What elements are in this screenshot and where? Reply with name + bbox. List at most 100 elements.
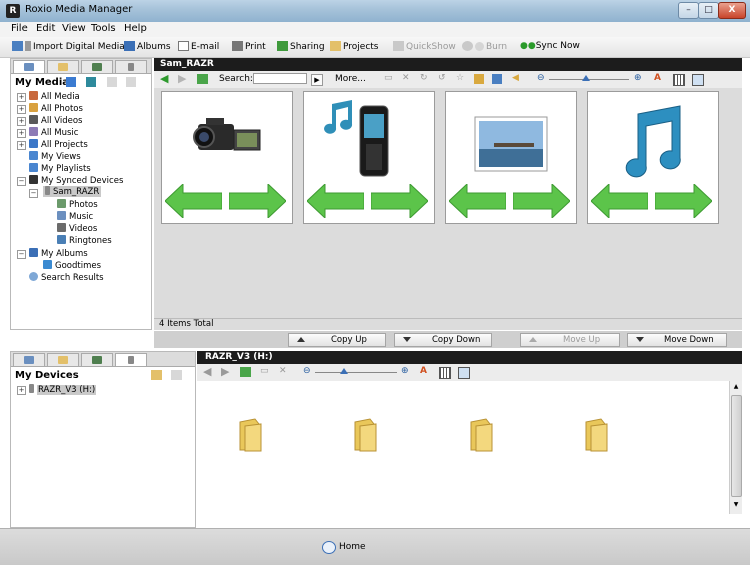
add-media-icon[interactable] (66, 77, 76, 87)
edit-icon[interactable] (474, 74, 484, 84)
sync-left-arrow-icon[interactable] (591, 184, 648, 218)
home-button[interactable]: Home (339, 542, 366, 552)
rotate-left-icon[interactable]: ↺ (438, 73, 446, 83)
tab-folders[interactable] (47, 60, 79, 73)
sync-right-arrow-icon[interactable] (513, 184, 570, 218)
folder-icon[interactable] (237, 418, 263, 452)
tree-item-all-videos[interactable]: All Videos (29, 115, 82, 126)
menu-edit[interactable]: Edit (36, 23, 55, 34)
expand-icon[interactable]: + (17, 141, 26, 150)
scroll-up-icon[interactable]: ▲ (732, 383, 740, 392)
tree-item-all-media[interactable]: All Media (29, 91, 80, 102)
copy-up-button[interactable]: Copy Up (288, 333, 386, 347)
close-button[interactable]: X (718, 2, 746, 19)
tab-computer[interactable] (81, 353, 113, 366)
tree-item-ringtones[interactable]: Ringtones (57, 235, 112, 246)
projects-button[interactable]: Projects (330, 41, 378, 52)
rotate-icon[interactable]: ↻ (420, 73, 428, 83)
sync-right-arrow-icon[interactable] (655, 184, 712, 218)
burn-button[interactable]: Burn (462, 41, 507, 52)
back-icon[interactable]: ◀ (203, 366, 211, 377)
menu-help[interactable]: Help (124, 23, 147, 34)
tree-item-all-music[interactable]: All Music (29, 127, 78, 138)
tree-item-razr-device[interactable]: RAZR_V3 (H:) (29, 384, 97, 395)
thumbnail-view-icon[interactable] (673, 74, 685, 86)
menu-tools[interactable]: Tools (91, 23, 116, 34)
home-icon[interactable] (322, 541, 336, 554)
search-go-icon[interactable]: ▶ (311, 74, 323, 86)
up-folder-icon[interactable] (240, 367, 251, 377)
collapse-icon[interactable]: − (29, 189, 38, 198)
expand-icon[interactable]: + (17, 105, 26, 114)
tree-item-photos[interactable]: Photos (57, 199, 98, 210)
scroll-down-icon[interactable]: ▼ (732, 501, 740, 510)
print-button[interactable]: Print (232, 41, 266, 52)
zoom-slider[interactable] (315, 372, 397, 373)
sync-left-arrow-icon[interactable] (449, 184, 506, 218)
tab-folders[interactable] (47, 353, 79, 366)
tree-item-all-projects[interactable]: All Projects (29, 139, 88, 150)
expand-icon[interactable]: + (17, 386, 26, 395)
tree-item-my-synced-devices[interactable]: My Synced Devices (29, 175, 123, 186)
new-folder-icon[interactable] (151, 370, 162, 380)
tree-item-my-albums[interactable]: My Albums (29, 248, 88, 259)
move-down-button[interactable]: Move Down (627, 333, 727, 347)
tab-devices[interactable] (115, 60, 147, 73)
forward-icon[interactable]: ▶ (178, 73, 186, 84)
photo-card[interactable] (445, 91, 577, 224)
zoom-in-icon[interactable]: ⊕ (401, 366, 409, 376)
move-up-button[interactable]: Move Up (520, 333, 620, 347)
tree-item-music[interactable]: Music (57, 211, 93, 222)
speaker-icon[interactable]: ◀ (512, 73, 519, 83)
forward-icon[interactable]: ▶ (221, 366, 229, 377)
delete-x-icon[interactable]: ✕ (402, 73, 410, 83)
sync-left-arrow-icon[interactable] (307, 184, 364, 218)
sort-az-icon[interactable]: A (420, 366, 427, 376)
zoom-slider-thumb[interactable] (340, 368, 348, 374)
tab-devices[interactable] (115, 353, 147, 366)
folder-icon[interactable] (583, 418, 609, 452)
tree-item-my-playlists[interactable]: My Playlists (29, 163, 91, 174)
expand-icon[interactable]: + (17, 129, 26, 138)
tree-item-search-results[interactable]: Search Results (29, 272, 104, 283)
email-button[interactable]: E-mail (178, 41, 219, 52)
collapse-icon[interactable]: − (17, 250, 26, 259)
expand-icon[interactable]: + (17, 117, 26, 126)
tree-item-all-photos[interactable]: All Photos (29, 103, 83, 114)
tree-item-goodtimes[interactable]: Goodtimes (43, 260, 101, 271)
folder-icon[interactable] (468, 418, 494, 452)
zoom-out-icon[interactable]: ⊖ (303, 366, 311, 376)
up-folder-icon[interactable] (197, 74, 208, 84)
monitor-icon[interactable]: ▭ (260, 366, 269, 376)
tab-media[interactable] (13, 60, 45, 73)
delete-x-icon[interactable]: ✕ (279, 366, 287, 376)
sharing-button[interactable]: Sharing (277, 41, 325, 52)
menu-view[interactable]: View (62, 23, 86, 34)
albums-button[interactable]: Albums (124, 41, 171, 52)
zoom-in-icon[interactable]: ⊕ (634, 73, 642, 83)
tree-item-videos[interactable]: Videos (57, 223, 97, 234)
video-card[interactable] (161, 91, 293, 224)
vertical-scrollbar[interactable]: ▲ ▼ (729, 381, 742, 514)
sync-right-arrow-icon[interactable] (371, 184, 428, 218)
zoom-out-icon[interactable]: ⊖ (537, 73, 545, 83)
music-card[interactable] (587, 91, 719, 224)
tree-item-my-views[interactable]: My Views (29, 151, 81, 162)
folder-disabled-icon[interactable] (171, 370, 182, 380)
thumbnail-view-icon[interactable] (439, 367, 451, 379)
properties-icon[interactable] (492, 74, 502, 84)
monitor-icon[interactable]: ▭ (384, 73, 393, 83)
collapse-icon[interactable]: − (17, 177, 26, 186)
menu-file[interactable]: File (11, 23, 28, 34)
sort-az-icon[interactable]: A (654, 73, 661, 83)
refresh-icon[interactable] (86, 77, 96, 87)
rename-icon[interactable] (107, 77, 117, 87)
more-button[interactable]: More... (335, 74, 366, 84)
detail-view-icon[interactable] (458, 367, 470, 379)
expand-icon[interactable]: + (17, 93, 26, 102)
folder-icon[interactable] (352, 418, 378, 452)
sync-left-arrow-icon[interactable] (165, 184, 222, 218)
import-button[interactable]: Import Digital Media (12, 41, 125, 52)
sync-right-arrow-icon[interactable] (229, 184, 286, 218)
tab-computer[interactable] (81, 60, 113, 73)
